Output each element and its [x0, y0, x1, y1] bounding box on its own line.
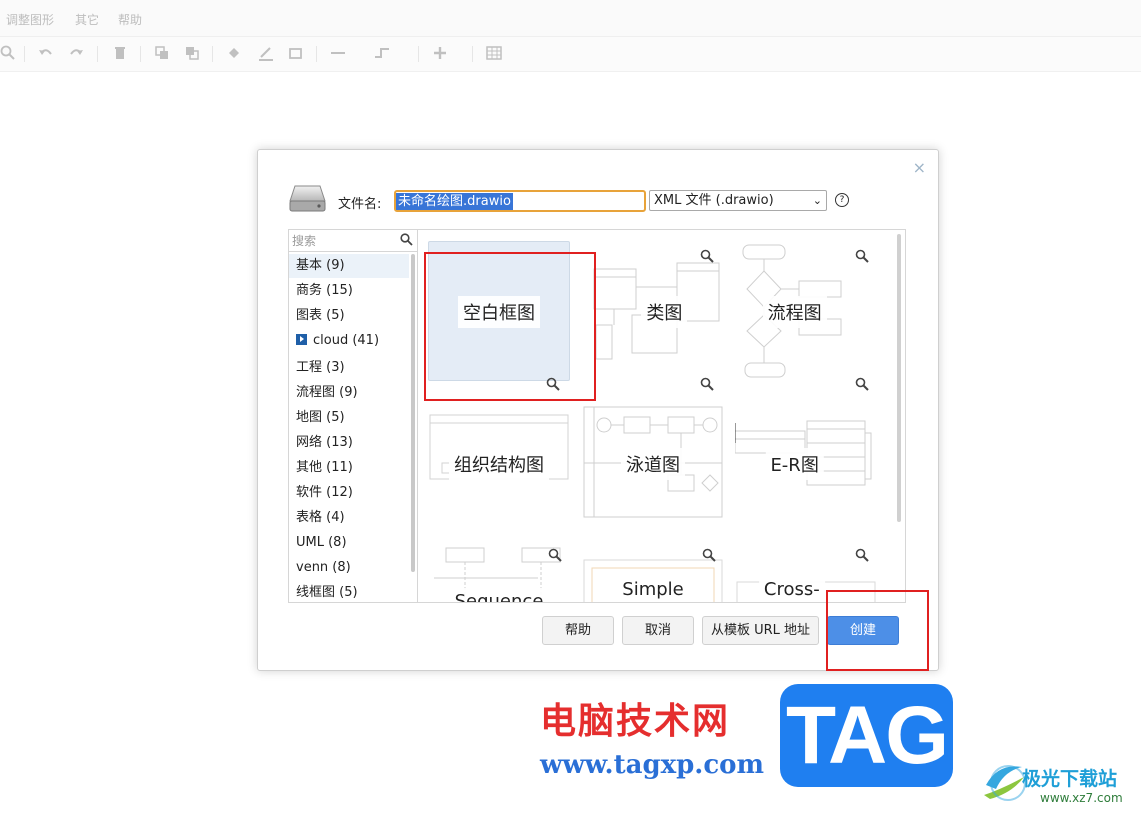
template-flowchart[interactable]: 流程图: [735, 241, 877, 381]
storage-drive-icon: [289, 185, 326, 212]
template-swimlane-label: 泳道图: [621, 448, 685, 480]
template-org-chart-label: 组织结构图: [449, 448, 549, 480]
template-flowchart-label: 流程图: [762, 296, 827, 328]
file-format-value: XML 文件 (.drawio): [654, 193, 774, 208]
category-cloud-label: cloud (41): [313, 333, 380, 348]
template-sequence[interactable]: Sequence: [428, 546, 570, 602]
zoom-icon[interactable]: [0, 45, 16, 61]
category-other[interactable]: 其他 (11): [289, 456, 409, 480]
toolbar-divider: [472, 46, 473, 62]
template-swimlane[interactable]: 泳道图: [582, 377, 724, 533]
watermark-brand: 极光下载站: [1022, 768, 1118, 790]
category-flowchart[interactable]: 流程图 (9): [289, 381, 409, 405]
template-class-diagram-label: 类图: [641, 296, 688, 328]
menu-arrange[interactable]: 调整图形: [6, 11, 54, 28]
template-grid: 空白框图 类图 流程图 组织结构图 泳道图 E-R图 Sequence Simp…: [418, 230, 905, 602]
undo-icon[interactable]: [38, 45, 54, 61]
toolbar-divider: [97, 46, 98, 62]
category-tables[interactable]: 表格 (4): [289, 506, 409, 530]
table-icon[interactable]: [486, 45, 502, 61]
template-er-diagram-label: E-R图: [765, 448, 824, 480]
template-class-diagram[interactable]: 类图: [582, 241, 724, 381]
to-back-icon[interactable]: [184, 45, 200, 61]
insert-icon[interactable]: [432, 45, 448, 61]
watermark-brand-url: www.xz7.com: [1040, 791, 1123, 805]
toolbar: [0, 37, 1141, 72]
watermark-site-name: 电脑技术网: [540, 700, 731, 742]
category-cloud[interactable]: cloud (41): [289, 329, 409, 353]
preview-zoom-icon[interactable]: [702, 548, 716, 562]
watermark-site-url: www.tagxp.com: [540, 750, 765, 780]
file-format-select[interactable]: XML 文件 (.drawio) ⌄: [649, 190, 827, 211]
category-uml[interactable]: UML (8): [289, 531, 409, 555]
template-url-button[interactable]: 从模板 URL 地址: [702, 616, 819, 645]
toolbar-divider: [212, 46, 213, 62]
delete-icon[interactable]: [112, 45, 128, 61]
template-org-chart[interactable]: 组织结构图: [428, 377, 570, 533]
template-sequence-label: Sequence: [449, 588, 549, 602]
new-diagram-dialog: × 文件名: 未命名绘图.drawio XML 文件 (.drawio) ⌄ ?…: [257, 149, 939, 671]
preview-zoom-icon[interactable]: [700, 249, 714, 263]
category-basic[interactable]: 基本 (9): [289, 254, 409, 278]
category-scrollbar[interactable]: [411, 254, 415, 572]
template-cross-functional-label: Cross-: [758, 576, 825, 602]
category-engineering[interactable]: 工程 (3): [289, 356, 409, 380]
preview-zoom-icon[interactable]: [700, 377, 714, 391]
category-wireframes[interactable]: 线框图 (5): [289, 581, 409, 602]
preview-zoom-icon[interactable]: [855, 377, 869, 391]
waypoints-icon[interactable]: [374, 45, 390, 61]
fill-color-icon[interactable]: [226, 45, 242, 61]
template-blank-label: 空白框图: [458, 296, 540, 328]
category-maps[interactable]: 地图 (5): [289, 406, 409, 430]
category-venn[interactable]: venn (8): [289, 556, 409, 580]
template-search: 搜索: [289, 230, 417, 252]
search-input[interactable]: 搜索: [292, 232, 316, 249]
watermark-tag-logo: TAG: [780, 684, 953, 787]
shadow-icon[interactable]: [288, 45, 304, 61]
preview-zoom-icon[interactable]: [855, 548, 869, 562]
help-button[interactable]: 帮助: [542, 616, 614, 645]
toolbar-divider: [418, 46, 419, 62]
category-network[interactable]: 网络 (13): [289, 431, 409, 455]
toolbar-divider: [24, 46, 25, 62]
template-blank[interactable]: 空白框图: [428, 241, 570, 381]
template-simple[interactable]: Simple: [582, 546, 724, 602]
line-color-icon[interactable]: [258, 45, 274, 61]
template-panel: 搜索 基本 (9) 商务 (15) 图表 (5) cloud (41) 工程 (…: [288, 229, 906, 603]
template-scrollbar[interactable]: [897, 234, 901, 522]
menu-bar: 调整图形 其它 帮助: [0, 0, 1141, 37]
connection-icon[interactable]: [330, 45, 346, 61]
redo-icon[interactable]: [68, 45, 84, 61]
toolbar-divider: [316, 46, 317, 62]
help-icon[interactable]: ?: [835, 193, 849, 207]
category-business[interactable]: 商务 (15): [289, 279, 409, 303]
toolbar-divider: [140, 46, 141, 62]
search-icon[interactable]: [400, 233, 413, 246]
preview-zoom-icon[interactable]: [855, 249, 869, 263]
category-software[interactable]: 软件 (12): [289, 481, 409, 505]
filename-value: 未命名绘图.drawio: [396, 193, 513, 210]
create-button[interactable]: 创建: [827, 616, 899, 645]
cloud-expand-icon[interactable]: [296, 334, 307, 345]
preview-zoom-icon[interactable]: [546, 377, 560, 391]
template-cross-functional[interactable]: Cross-: [735, 546, 877, 602]
to-front-icon[interactable]: [154, 45, 170, 61]
menu-extras[interactable]: 其它: [75, 11, 99, 28]
category-list: 搜索 基本 (9) 商务 (15) 图表 (5) cloud (41) 工程 (…: [289, 230, 418, 602]
chevron-down-icon: ⌄: [812, 194, 822, 207]
close-icon[interactable]: ×: [913, 158, 926, 177]
filename-label: 文件名:: [338, 197, 382, 212]
template-er-diagram[interactable]: E-R图: [735, 377, 877, 533]
menu-help[interactable]: 帮助: [118, 11, 142, 28]
template-simple-label: Simple: [617, 576, 689, 602]
cancel-button[interactable]: 取消: [622, 616, 694, 645]
category-charts[interactable]: 图表 (5): [289, 304, 409, 328]
preview-zoom-icon[interactable]: [548, 548, 562, 562]
